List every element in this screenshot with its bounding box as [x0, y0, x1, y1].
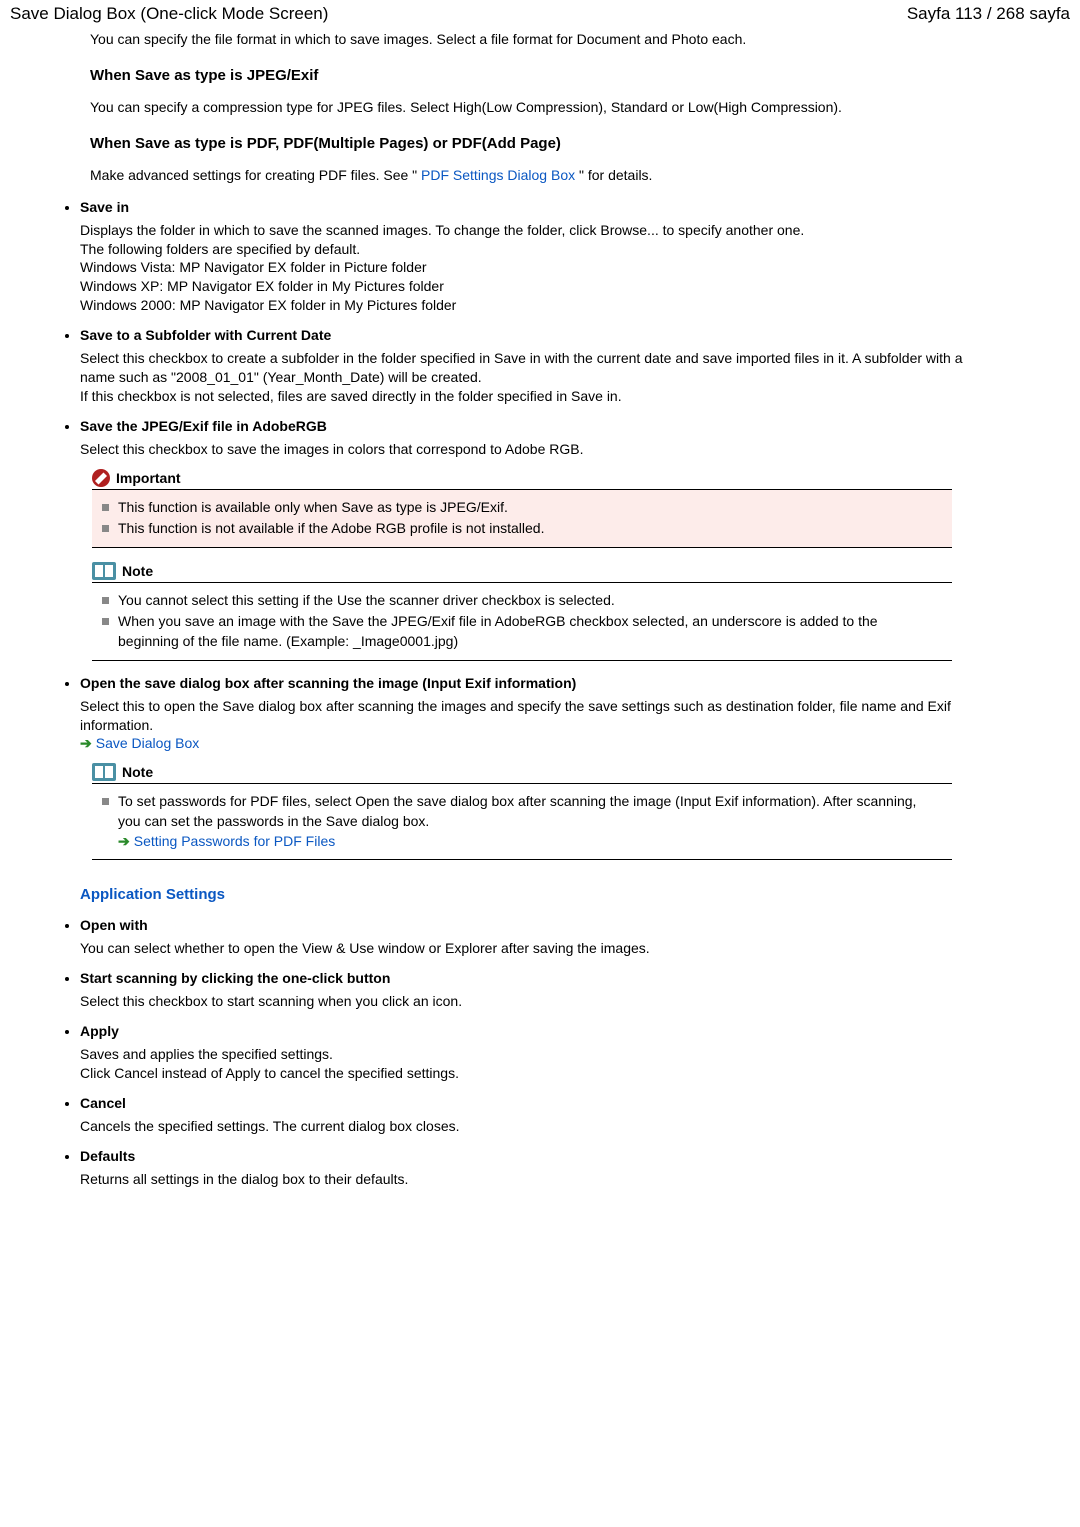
subfolder-title: Save to a Subfolder with Current Date [80, 327, 990, 343]
open-with-title: Open with [80, 917, 990, 933]
application-settings-heading: Application Settings [80, 886, 990, 903]
item-adobergb: Save the JPEG/Exif file in AdobeRGB Sele… [80, 418, 990, 661]
item-defaults: Defaults Returns all settings in the dia… [80, 1148, 990, 1189]
apply-body: Saves and applies the specified settings… [80, 1045, 990, 1083]
pdf-settings-link[interactable]: PDF Settings Dialog Box [417, 167, 579, 183]
open-save-body: Select this to open the Save dialog box … [80, 697, 990, 754]
important-icon [92, 469, 110, 487]
save-dialog-link[interactable]: ➔Save Dialog Box [80, 735, 199, 751]
note-item: When you save an image with the Save the… [102, 612, 942, 651]
defaults-title: Defaults [80, 1148, 990, 1164]
adobergb-body: Select this checkbox to save the images … [80, 440, 990, 459]
note-icon [92, 763, 116, 781]
cancel-title: Cancel [80, 1095, 990, 1111]
open-save-title: Open the save dialog box after scanning … [80, 675, 990, 691]
arrow-icon: ➔ [118, 833, 130, 849]
apply-title: Apply [80, 1023, 990, 1039]
page-title: Save Dialog Box (One-click Mode Screen) [10, 4, 328, 24]
start-title: Start scanning by clicking the one-click… [80, 970, 990, 986]
page-counter: Sayfa 113 / 268 sayfa [907, 4, 1070, 24]
jpeg-body: You can specify a compression type for J… [90, 98, 990, 117]
note-box: Note You cannot select this setting if t… [92, 562, 952, 661]
content: You can specify the file format in which… [0, 30, 990, 1222]
item-open-with: Open with You can select whether to open… [80, 917, 990, 958]
item-start-scanning: Start scanning by clicking the one-click… [80, 970, 990, 1011]
note-item: You cannot select this setting if the Us… [102, 591, 942, 611]
item-cancel: Cancel Cancels the specified settings. T… [80, 1095, 990, 1136]
important-label: Important [116, 470, 181, 486]
item-subfolder: Save to a Subfolder with Current Date Se… [80, 327, 990, 406]
pdf-body: Make advanced settings for creating PDF … [90, 166, 990, 185]
important-item: This function is available only when Sav… [102, 498, 942, 518]
heading-jpeg: When Save as type is JPEG/Exif [90, 67, 990, 84]
arrow-icon: ➔ [80, 735, 92, 751]
note-label: Note [122, 764, 153, 780]
item-apply: Apply Saves and applies the specified se… [80, 1023, 990, 1083]
important-box: Important This function is available onl… [92, 469, 952, 548]
open-with-body: You can select whether to open the View … [80, 939, 990, 958]
save-in-body: Displays the folder in which to save the… [80, 221, 990, 315]
subfolder-body: Select this checkbox to create a subfold… [80, 349, 990, 406]
pdf-passwords-link[interactable]: ➔Setting Passwords for PDF Files [118, 833, 335, 849]
cancel-body: Cancels the specified settings. The curr… [80, 1117, 990, 1136]
note-item: To set passwords for PDF files, select O… [102, 792, 942, 851]
note-box: Note To set passwords for PDF files, sel… [92, 763, 952, 860]
defaults-body: Returns all settings in the dialog box t… [80, 1170, 990, 1189]
note-icon [92, 562, 116, 580]
save-in-title: Save in [80, 199, 990, 215]
intro-text: You can specify the file format in which… [90, 30, 990, 49]
important-item: This function is not available if the Ad… [102, 519, 942, 539]
note-label: Note [122, 563, 153, 579]
start-body: Select this checkbox to start scanning w… [80, 992, 990, 1011]
item-save-in: Save in Displays the folder in which to … [80, 199, 990, 315]
page-header: Save Dialog Box (One-click Mode Screen) … [0, 0, 1080, 30]
adobergb-title: Save the JPEG/Exif file in AdobeRGB [80, 418, 990, 434]
heading-pdf: When Save as type is PDF, PDF(Multiple P… [90, 135, 990, 152]
item-open-save: Open the save dialog box after scanning … [80, 675, 990, 860]
